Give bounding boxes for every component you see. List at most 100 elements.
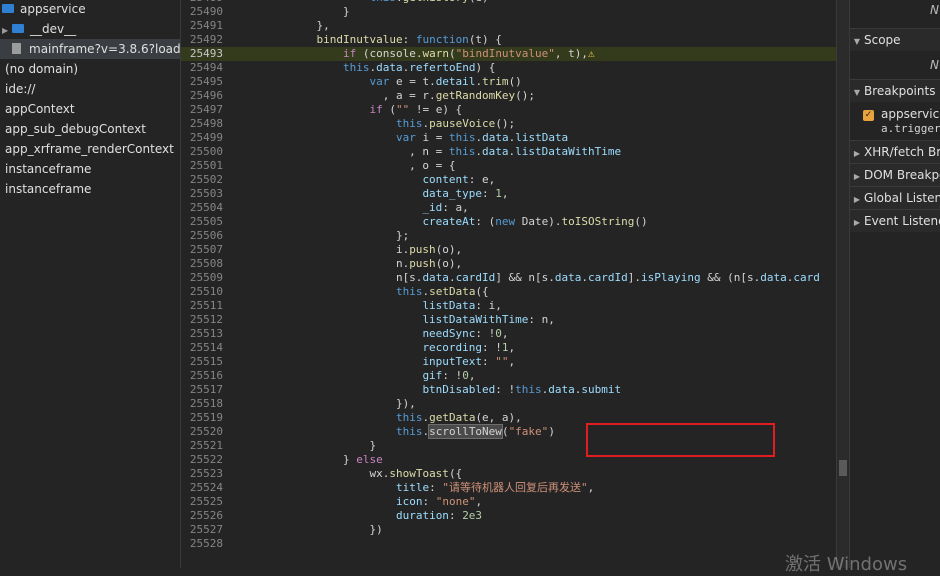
code-token: , t),: [554, 47, 589, 60]
tree-item[interactable]: mainframe?v=3.8.6?load?loa: [0, 39, 180, 59]
debugger-section-header[interactable]: ▶ XHR/fetch Bre: [850, 140, 940, 163]
line-number[interactable]: 25496: [181, 89, 237, 103]
chevron-down-icon: ▼: [853, 37, 861, 46]
line-number[interactable]: 25501: [181, 159, 237, 173]
breakpoint-item[interactable]: ✓ appservice.j a.trigger: [850, 106, 940, 140]
code-line: 25509 n[s.data.cardId] && n[s.data.cardI…: [181, 271, 836, 285]
line-number[interactable]: 25516: [181, 369, 237, 383]
code-token: ({: [475, 285, 489, 298]
line-number[interactable]: 25505: [181, 215, 237, 229]
line-number[interactable]: 25515: [181, 355, 237, 369]
line-number[interactable]: 25510: [181, 285, 237, 299]
code-token: createAt: [422, 215, 476, 228]
code-line: 25494 this.data.refertoEnd) {: [181, 61, 836, 75]
line-number[interactable]: 25520: [181, 425, 237, 439]
debugger-section-header[interactable]: ▶Global Listene: [850, 186, 940, 209]
tree-item[interactable]: appservice: [0, 0, 180, 19]
line-number[interactable]: 25528: [181, 537, 237, 551]
chevron-down-icon: ▼: [853, 88, 861, 97]
line-number[interactable]: 25500: [181, 145, 237, 159]
line-number[interactable]: 25492: [181, 33, 237, 47]
breakpoints-section-header[interactable]: ▼ Breakpoints: [850, 79, 940, 102]
line-number[interactable]: 25525: [181, 495, 237, 509]
code-token: , n =: [237, 145, 449, 158]
line-number[interactable]: 25507: [181, 243, 237, 257]
line-number[interactable]: 25512: [181, 313, 237, 327]
code-token: detail: [435, 75, 476, 88]
line-number[interactable]: 25508: [181, 257, 237, 271]
line-number[interactable]: 25498: [181, 117, 237, 131]
section-label: Global Listene: [864, 191, 940, 205]
line-number[interactable]: 25499: [181, 131, 237, 145]
line-number[interactable]: 25517: [181, 383, 237, 397]
line-number[interactable]: 25511: [181, 299, 237, 313]
code-text: inputText: "",: [237, 355, 515, 368]
line-number[interactable]: 25490: [181, 5, 237, 19]
tree-item[interactable]: ▶ __dev__: [0, 19, 180, 39]
line-number[interactable]: 25527: [181, 523, 237, 537]
debugger-section-header[interactable]: ▶ DOM Breakpo: [850, 163, 940, 186]
code-text: } else: [237, 453, 383, 466]
code-token: this: [395, 425, 423, 438]
code-token: push: [409, 257, 436, 270]
line-number[interactable]: 25518: [181, 397, 237, 411]
code-token: ();: [495, 117, 516, 130]
line-number[interactable]: 25519: [181, 411, 237, 425]
line-number[interactable]: 25502: [181, 173, 237, 187]
code-token: :: [422, 495, 436, 508]
tree-item[interactable]: app_sub_debugContext: [0, 119, 180, 139]
line-number[interactable]: 25497: [181, 103, 237, 117]
tree-item[interactable]: instanceframe: [0, 159, 180, 179]
code-token: bindInutvalue: [316, 33, 403, 46]
code-token: (: [501, 425, 509, 438]
chevron-right-icon[interactable]: ▶: [2, 21, 12, 41]
tree-item[interactable]: ide://: [0, 79, 180, 99]
tree-item[interactable]: appContext: [0, 99, 180, 119]
tree-item[interactable]: (no domain): [0, 59, 180, 79]
code-token: gethistory: [403, 0, 469, 4]
scope-section-header[interactable]: ▼ Scope: [850, 28, 940, 51]
line-number[interactable]: 25523: [181, 467, 237, 481]
file-icon: [12, 43, 21, 54]
line-number[interactable]: 25504: [181, 201, 237, 215]
line-number[interactable]: 25491: [181, 19, 237, 33]
line-number[interactable]: 25503: [181, 187, 237, 201]
code-text: this.gethistory(e): [237, 0, 488, 4]
code-line: 25525 icon: "none",: [181, 495, 836, 509]
line-number[interactable]: 25524: [181, 481, 237, 495]
code-token: .: [396, 0, 403, 4]
editor-scrollbar[interactable]: [836, 0, 849, 568]
line-number[interactable]: 25522: [181, 453, 237, 467]
line-number[interactable]: 25506: [181, 229, 237, 243]
code-line: 25516 gif: !0,: [181, 369, 836, 383]
code-editor: 25489 this.gethistory(e)25490 }25491 },2…: [181, 0, 836, 568]
line-number[interactable]: 25514: [181, 341, 237, 355]
line-number[interactable]: 25526: [181, 509, 237, 523]
line-number[interactable]: 25509: [181, 271, 237, 285]
code-token: data: [422, 271, 449, 284]
debugger-section-header[interactable]: ▶Event Listener: [850, 209, 940, 232]
tree-item[interactable]: app_xrframe_renderContext: [0, 139, 180, 159]
line-number[interactable]: 25495: [181, 75, 237, 89]
line-number[interactable]: 25493: [181, 47, 237, 61]
code-line: 25511 listData: i,: [181, 299, 836, 313]
editor-scrollbar-thumb[interactable]: [839, 460, 847, 476]
breakpoint-checkbox[interactable]: ✓: [863, 110, 874, 121]
code-line: 25500 , n = this.data.listDataWithTime: [181, 145, 836, 159]
code-line: 25513 needSync: !0,: [181, 327, 836, 341]
tree-item[interactable]: instanceframe: [0, 179, 180, 199]
section-label: DOM Breakpo: [864, 168, 940, 182]
code-text: icon: "none",: [237, 495, 482, 508]
code-token: duration: [395, 509, 449, 522]
code-token: data: [376, 61, 403, 74]
line-number[interactable]: 25513: [181, 327, 237, 341]
top-note: N: [930, 3, 939, 17]
code-token: new: [495, 215, 516, 228]
line-number[interactable]: 25521: [181, 439, 237, 453]
code-text: , o = {: [237, 159, 455, 172]
line-number[interactable]: 25494: [181, 61, 237, 75]
